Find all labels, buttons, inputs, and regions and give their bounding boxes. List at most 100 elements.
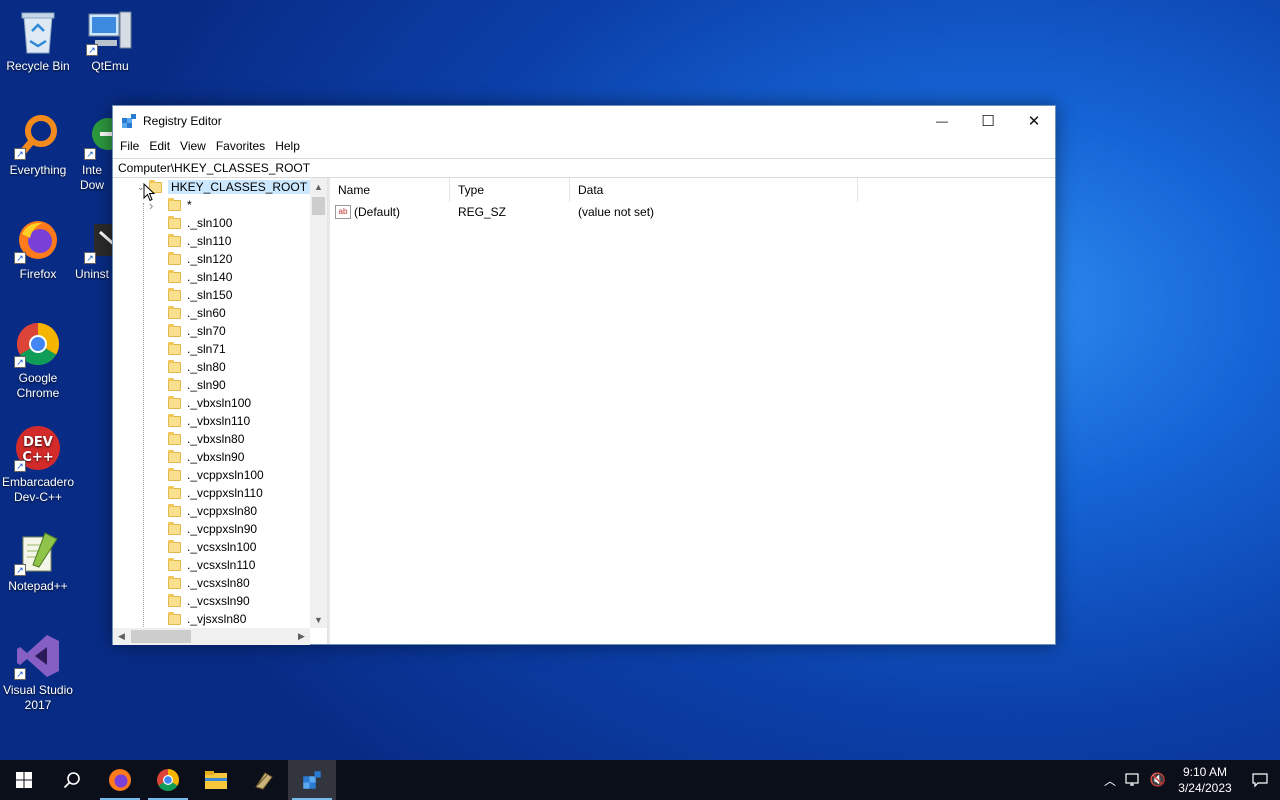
taskbar-firefox[interactable] bbox=[96, 760, 144, 800]
tree-node[interactable]: ._sln71 bbox=[153, 340, 226, 358]
tree-node[interactable]: ._sln70 bbox=[153, 322, 226, 340]
address-bar[interactable]: Computer\HKEY_CLASSES_ROOT bbox=[113, 158, 1055, 178]
desktop-icon-recycle-bin[interactable]: Recycle Bin bbox=[0, 8, 76, 74]
clock[interactable]: 9:10 AM 3/24/2023 bbox=[1170, 764, 1240, 796]
folder-icon bbox=[168, 611, 181, 625]
scroll-down-arrow-icon[interactable]: ▼ bbox=[310, 611, 327, 628]
column-header-type[interactable]: Type bbox=[450, 178, 570, 202]
column-header-name[interactable]: Name bbox=[330, 178, 450, 202]
desktop-icon-everything[interactable]: ↗ Everything bbox=[0, 112, 76, 178]
tree-node-label: ._vcppxsln110 bbox=[187, 486, 263, 500]
tree-node[interactable]: ._vcppxsln90 bbox=[153, 520, 257, 538]
desktop-icon-notepad-plus-plus[interactable]: ↗ Notepad++ bbox=[0, 528, 76, 594]
tree-node[interactable]: › * bbox=[149, 196, 192, 214]
close-icon: ✕ bbox=[1027, 113, 1041, 130]
scroll-thumb[interactable] bbox=[131, 630, 191, 643]
menu-favorites[interactable]: Favorites bbox=[211, 139, 270, 153]
key-tree: ⌄ HKEY_CLASSES_ROOT › * ._sln100 ._sln110 ._… bbox=[113, 178, 310, 628]
folder-icon bbox=[168, 521, 181, 535]
folder-icon bbox=[168, 197, 181, 211]
tree-node-label: ._vcsxsln100 bbox=[187, 540, 257, 554]
search-button[interactable] bbox=[48, 760, 96, 800]
tree-node[interactable]: ._vbxsln80 bbox=[153, 430, 244, 448]
show-hidden-icons-chevron-icon[interactable]: ︿ bbox=[1098, 772, 1122, 789]
desktop-icon-uninstall[interactable]: ↗ Uninst bbox=[72, 216, 112, 282]
menu-edit[interactable]: Edit bbox=[144, 139, 175, 153]
tree-node[interactable]: ._vcppxsln110 bbox=[153, 484, 263, 502]
desktop-icon-google-chrome[interactable]: ↗ Google Chrome bbox=[0, 320, 76, 401]
notepad-plus-plus-icon: ↗ bbox=[14, 528, 62, 576]
scroll-right-arrow-icon[interactable]: ▶ bbox=[293, 628, 310, 645]
tree-node-label: ._sln70 bbox=[187, 324, 226, 338]
folder-icon bbox=[168, 233, 181, 247]
value-row[interactable]: ab (Default) REG_SZ (value not set) bbox=[330, 202, 1055, 222]
desktop-icon-visual-studio[interactable]: ↗ Visual Studio 2017 bbox=[0, 632, 76, 713]
tree-node[interactable]: ._vcppxsln80 bbox=[153, 502, 257, 520]
magnifier-icon: ↗ bbox=[14, 112, 62, 160]
dev-cpp-icon: DEV C++ ↗ bbox=[14, 424, 62, 472]
tree-node-label: ._vcppxsln90 bbox=[187, 522, 258, 536]
start-button[interactable] bbox=[0, 760, 48, 800]
network-icon[interactable] bbox=[1122, 772, 1146, 788]
tree-node[interactable]: ._sln100 bbox=[153, 214, 232, 232]
tree-node[interactable]: ._vbxsln110 bbox=[153, 412, 250, 430]
tree-node[interactable]: ._vbxsln100 bbox=[153, 394, 251, 412]
tree-node[interactable]: ._vbxsln90 bbox=[153, 448, 244, 466]
tree-node[interactable]: ._vcsxsln100 bbox=[153, 538, 256, 556]
svg-text:DEV: DEV bbox=[23, 435, 53, 450]
visual-studio-icon: ↗ bbox=[14, 632, 62, 680]
scroll-thumb[interactable] bbox=[312, 197, 325, 215]
tree-node[interactable]: ._vcsxsln80 bbox=[153, 574, 250, 592]
tree-node[interactable]: ._sln120 bbox=[153, 250, 232, 268]
volume-muted-icon[interactable]: 🔇 bbox=[1146, 772, 1170, 788]
menu-help[interactable]: Help bbox=[270, 139, 305, 153]
folder-icon bbox=[168, 323, 181, 337]
desktop-icon-dev-cpp[interactable]: DEV C++ ↗ Embarcadero Dev-C++ bbox=[0, 424, 76, 505]
menu-view[interactable]: View bbox=[175, 139, 211, 153]
tree-node-label: ._sln100 bbox=[187, 216, 233, 230]
maximize-button[interactable]: ☐ bbox=[965, 106, 1011, 136]
title-bar[interactable]: Registry Editor — ☐ ✕ bbox=[113, 106, 1055, 136]
taskbar-chrome[interactable] bbox=[144, 760, 192, 800]
values-list-pane[interactable]: Name Type Data ab (Default) REG_SZ (value… bbox=[328, 178, 1055, 644]
folder-icon bbox=[168, 593, 181, 607]
menu-file[interactable]: File bbox=[115, 139, 144, 153]
tree-node[interactable]: ._vcppxsln100 bbox=[153, 466, 264, 484]
shortcut-arrow-icon: ↗ bbox=[14, 148, 26, 160]
value-name: (Default) bbox=[354, 204, 401, 219]
tree-node[interactable]: ._sln90 bbox=[153, 376, 226, 394]
folder-icon bbox=[168, 269, 181, 283]
desktop-icon-qtemu[interactable]: ↗ QtEmu bbox=[72, 8, 148, 74]
value-name-cell: ab (Default) bbox=[330, 205, 450, 220]
minimize-button[interactable]: — bbox=[919, 106, 965, 136]
scroll-left-arrow-icon[interactable]: ◀ bbox=[113, 628, 130, 645]
key-tree-pane[interactable]: ⌄ HKEY_CLASSES_ROOT › * ._sln100 ._sln110 ._… bbox=[113, 178, 328, 645]
tree-node[interactable]: ._sln80 bbox=[153, 358, 226, 376]
tree-node[interactable]: ._sln140 bbox=[153, 268, 232, 286]
taskbar-file-explorer[interactable] bbox=[192, 760, 240, 800]
tree-node-label: ._vcsxsln90 bbox=[187, 594, 250, 608]
list-header: Name Type Data bbox=[330, 178, 1055, 202]
tree-node[interactable]: ._sln150 bbox=[153, 286, 232, 304]
system-tray: ︿ 🔇 9:10 AM 3/24/2023 bbox=[1098, 760, 1280, 800]
windows-logo-icon bbox=[16, 772, 32, 788]
tree-node-root[interactable]: ⌄ HKEY_CLASSES_ROOT bbox=[137, 178, 310, 196]
window-title: Registry Editor bbox=[143, 114, 222, 128]
folder-icon bbox=[168, 449, 181, 463]
tree-node[interactable]: ._vcsxsln110 bbox=[153, 556, 255, 574]
tree-node[interactable]: ._sln60 bbox=[153, 304, 226, 322]
notifications-button[interactable] bbox=[1240, 760, 1280, 800]
tree-node[interactable]: ._sln110 bbox=[153, 232, 231, 250]
taskbar-app[interactable] bbox=[240, 760, 288, 800]
desktop-icon-internet-download[interactable]: ↗ Inte Dow bbox=[72, 112, 112, 193]
tree-node[interactable]: ._vcsxsln90 bbox=[153, 592, 250, 610]
tree-vertical-scrollbar[interactable]: ▲ ▼ bbox=[310, 178, 327, 628]
tree-node[interactable]: ._vjsxsln80 bbox=[153, 610, 246, 628]
desktop-icon-firefox[interactable]: ↗ Firefox bbox=[0, 216, 76, 282]
column-header-data[interactable]: Data bbox=[570, 178, 858, 202]
tree-horizontal-scrollbar[interactable]: ◀ ▶ bbox=[113, 628, 310, 645]
close-button[interactable]: ✕ bbox=[1011, 106, 1057, 136]
mouse-cursor-icon bbox=[143, 183, 155, 202]
taskbar-registry-editor[interactable] bbox=[288, 760, 336, 800]
scroll-up-arrow-icon[interactable]: ▲ bbox=[310, 178, 327, 195]
